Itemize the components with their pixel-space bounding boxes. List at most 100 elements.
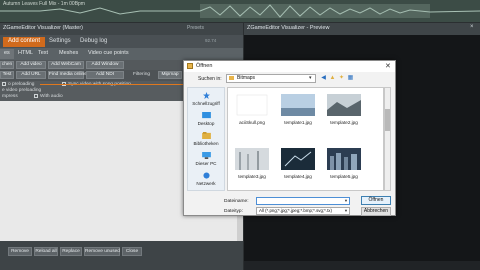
replace-button[interactable]: Replace (60, 247, 82, 256)
cancel-button[interactable]: Abbrechen (361, 207, 391, 216)
dialog-title: Öffnen (196, 63, 213, 69)
checkbox[interactable] (34, 94, 38, 98)
view-menu-icon[interactable]: ▦ (347, 75, 354, 82)
video-preloading-option[interactable]: e video preloading (2, 88, 41, 93)
fps-readout: 92.74 (205, 38, 217, 43)
file-item[interactable]: template3.jpg (232, 148, 272, 179)
star-icon (202, 92, 210, 99)
scrollbar-thumb[interactable] (385, 109, 390, 131)
desktop-icon (201, 112, 211, 119)
chevron-down-icon[interactable]: ▼ (344, 198, 348, 203)
panel-title: ZGameEditor Visualizer (Master) (3, 25, 83, 31)
tab-settings[interactable]: Settings (44, 37, 76, 47)
file-name: template3.jpg (238, 174, 266, 179)
place-label: Dieser PC (195, 161, 217, 166)
place-network[interactable]: Netzwerk (188, 172, 224, 186)
libraries-icon (201, 132, 211, 139)
file-list[interactable]: aciiSkull.png template1.jpg template2.jp… (227, 87, 384, 191)
file-name: template1.jpg (284, 120, 312, 125)
back-icon[interactable]: ◀ (320, 75, 327, 82)
folder-icon (229, 76, 234, 80)
close-button[interactable]: Close (122, 247, 142, 256)
checkbox[interactable] (2, 82, 6, 86)
place-desktop[interactable]: Desktop (188, 112, 224, 126)
presets-menu[interactable]: Presets (187, 25, 204, 31)
add-webcam-button[interactable]: Add WebCam (48, 61, 84, 69)
file-thumbnail (236, 94, 268, 116)
file-thumbnail (327, 94, 361, 116)
open-button[interactable]: Öffnen (361, 196, 391, 205)
filetype-select[interactable]: All (*.png;*.jpg;*.jpeg;*.bmp;*.svg;*.tx… (256, 207, 350, 215)
place-label: Bibliotheken (193, 141, 219, 146)
annotation-arrow (40, 84, 188, 85)
with-audio-label: With audio (40, 94, 63, 99)
place-libraries[interactable]: Bibliotheken (188, 132, 224, 146)
open-file-dialog: Öffnen ✕ Suchen in: Bitmaps ▾ ◀ ▲ ✦ ▦ Sc… (183, 60, 396, 216)
file-list-scrollbar[interactable] (384, 87, 391, 191)
tab-debug-log[interactable]: Debug log (75, 37, 112, 47)
file-name: template2.jpg (330, 120, 358, 125)
up-folder-icon[interactable]: ▲ (329, 75, 336, 82)
new-folder-icon[interactable]: ✦ (338, 75, 345, 82)
filtering-label: Filtering (133, 72, 151, 77)
file-item[interactable]: template1.jpg (278, 94, 318, 125)
close-icon[interactable]: ✕ (385, 62, 391, 70)
file-thumbnail (327, 148, 361, 170)
panel-titlebar: ZGameEditor Visualizer (Master) Presets (0, 23, 243, 35)
add-window-button[interactable]: Add Window (86, 61, 124, 69)
file-item[interactable]: template2.jpg (324, 94, 364, 125)
add-image-button[interactable]: chen (0, 61, 14, 69)
dialog-titlebar: Öffnen ✕ (184, 61, 395, 72)
look-in-select[interactable]: Bitmaps (226, 74, 316, 83)
file-thumbnail (235, 148, 269, 170)
look-in-label: Suchen in: (198, 76, 222, 82)
file-item[interactable]: aciiSkull.png (232, 94, 272, 125)
network-icon (202, 172, 210, 179)
tab-add-content[interactable]: Add content (3, 37, 46, 47)
place-label: Schnellzugriff (192, 101, 220, 106)
content-subtabs: es HTML Text Meshes Video cue points (0, 48, 243, 60)
file-name: aciiSkull.png (239, 120, 265, 125)
place-label: Netzwerk (196, 181, 216, 186)
tab-text[interactable]: Text (34, 49, 52, 59)
reload-all-button[interactable]: Reload all (34, 247, 58, 256)
places-sidebar: Schnellzugriff Desktop Bibliotheken Dies… (187, 87, 225, 191)
place-label: Desktop (197, 121, 215, 126)
chevron-down-icon[interactable]: ▾ (309, 75, 312, 81)
file-item[interactable]: template4.jpg (278, 148, 318, 179)
mipmap-select[interactable]: Mipmap (158, 71, 182, 79)
test-button[interactable]: Test (0, 71, 14, 79)
find-media-online-button[interactable]: Find media online (48, 71, 87, 79)
folder-icon (187, 63, 193, 69)
filename-label: Dateiname: (224, 199, 249, 204)
tab-video-cue-points[interactable]: Video cue points (84, 49, 133, 59)
preloading-option[interactable]: o preloading (2, 82, 34, 87)
file-thumbnail (281, 94, 315, 116)
computer-icon (201, 152, 211, 159)
file-name: template4.jpg (284, 174, 312, 179)
with-audio-option[interactable]: With audio (34, 94, 63, 99)
preview-footer (244, 261, 480, 270)
preview-titlebar: ZGameEditor Visualizer - Preview × (244, 23, 480, 35)
preview-title: ZGameEditor Visualizer - Preview (247, 25, 330, 31)
compress-label: mpress (2, 94, 18, 99)
close-icon[interactable]: × (470, 24, 474, 30)
filename-input[interactable] (256, 197, 350, 205)
add-url-button[interactable]: Add URL (16, 71, 46, 79)
add-video-button[interactable]: Add video (16, 61, 46, 69)
remove-unused-button[interactable]: Remove unused (84, 247, 120, 256)
filetype-label: Dateityp: (224, 209, 243, 214)
compress-option[interactable]: mpress (2, 94, 18, 99)
preloading-label: o preloading (8, 82, 35, 87)
tab-images[interactable]: es (0, 49, 14, 59)
chevron-down-icon[interactable]: ▼ (344, 208, 348, 213)
place-quick-access[interactable]: Schnellzugriff (188, 92, 224, 106)
remove-button[interactable]: Remove (8, 247, 32, 256)
tab-meshes[interactable]: Meshes (55, 49, 82, 59)
file-item[interactable]: template5.jpg (324, 148, 364, 179)
place-this-pc[interactable]: Dieser PC (188, 152, 224, 166)
waveform-strip: Autumn Leaves Full Mix - 1m 00Bpm (0, 0, 480, 22)
add-ndi-button[interactable]: Add NDI (86, 71, 124, 79)
track-title: Autumn Leaves Full Mix - 1m 00Bpm (3, 1, 85, 7)
bottom-toolbar: Remove Reload all Replace Remove unused … (0, 241, 243, 270)
